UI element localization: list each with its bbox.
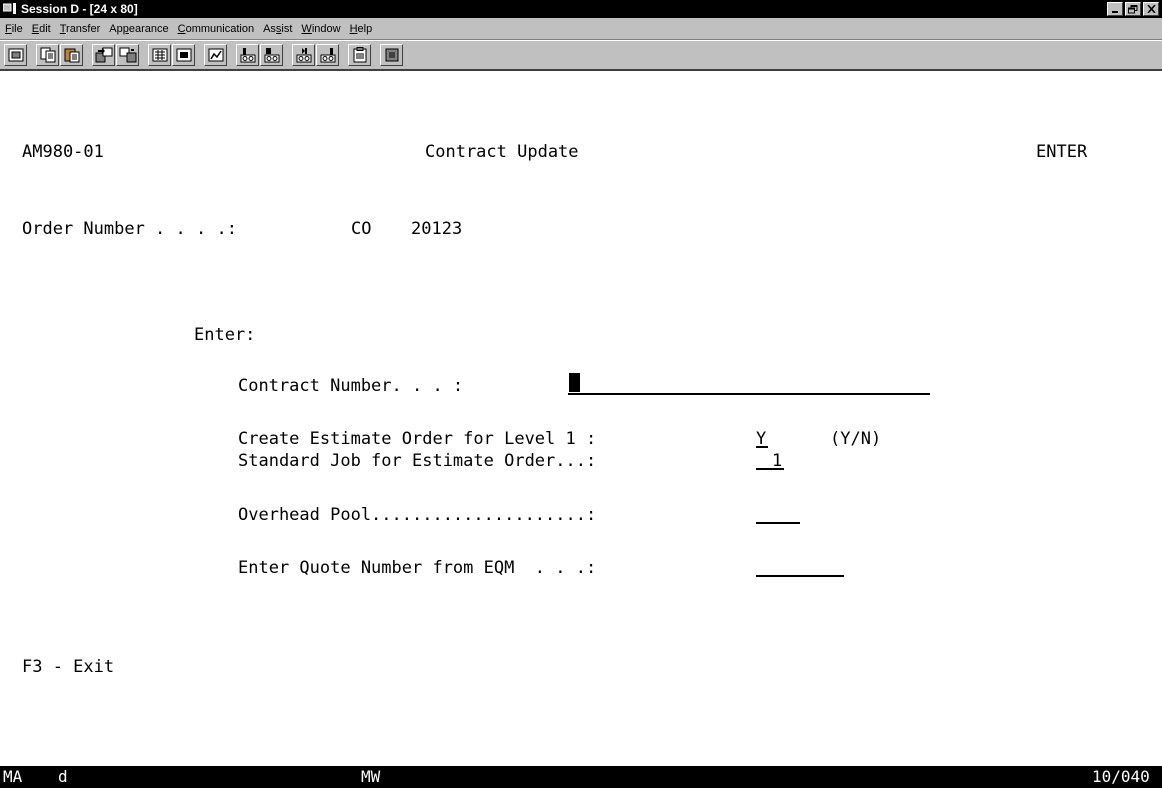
stop-record-icon — [264, 48, 279, 63]
program-id: AM980-01 — [22, 142, 104, 162]
keyboard-map-icon — [152, 48, 167, 62]
title-bar: Session D - [24 x 80] — [0, 0, 1162, 18]
session-icon[interactable] — [3, 2, 19, 16]
order-number-value: 20123 — [411, 219, 463, 239]
receive-file-icon — [119, 47, 136, 63]
overhead-pool-field[interactable] — [756, 502, 800, 525]
restore-icon — [1128, 4, 1138, 13]
text-cursor — [569, 373, 580, 392]
order-type: CO — [351, 219, 372, 239]
screen-mode: ENTER — [1036, 142, 1088, 162]
minimize-icon — [1112, 11, 1118, 13]
terminal-screen[interactable]: AM980-01 Contract Update ENTER Order Num… — [0, 73, 1162, 766]
menu-edit[interactable]: Edit — [27, 23, 55, 35]
standard-job-field[interactable]: 1 — [756, 448, 784, 471]
menu-communication[interactable]: Communication — [173, 23, 258, 35]
cursor-position: 10/040 — [1092, 767, 1150, 786]
contract-number-underline — [568, 393, 930, 395]
mw-indicator: MW — [361, 767, 381, 786]
order-number-label: Order Number . . . .: — [22, 219, 237, 239]
stop-record-button[interactable] — [260, 44, 283, 66]
window-title: Session D - [24 x 80] — [21, 2, 138, 16]
menu-transfer[interactable]: Transfer — [55, 23, 105, 35]
standard-job-label: Standard Job for Estimate Order...: — [238, 451, 597, 471]
overhead-pool-label: Overhead Pool.....................: — [238, 505, 597, 525]
maximize-button[interactable] — [1125, 2, 1141, 16]
macro-icon — [208, 48, 223, 62]
macro-pause-icon — [320, 48, 335, 63]
start-record-icon — [240, 48, 255, 63]
play-macro-icon — [296, 48, 311, 63]
stop-button[interactable] — [380, 44, 403, 66]
screen-title: Contract Update — [425, 142, 579, 162]
f3-exit-key[interactable]: F3 - Exit — [22, 657, 114, 677]
paste-icon — [64, 48, 79, 63]
close-button[interactable] — [1143, 2, 1159, 16]
menu-file[interactable]: File — [0, 23, 27, 35]
yes-no-hint: (Y/N) — [830, 429, 882, 449]
send-file-icon — [95, 47, 112, 63]
menu-assist[interactable]: Assist — [258, 23, 296, 35]
print-screen-icon — [8, 48, 23, 62]
toolbar — [0, 41, 1162, 71]
clipboard-icon — [353, 47, 366, 63]
close-icon — [1146, 5, 1156, 13]
copy-icon — [40, 47, 55, 63]
menu-bar: File Edit Transfer Appearance Communication A… — [0, 18, 1162, 40]
receive-file-button[interactable] — [116, 44, 139, 66]
contract-number-field[interactable] — [568, 373, 930, 396]
session-flag: d — [58, 767, 68, 786]
create-estimate-label: Create Estimate Order for Level 1 : — [238, 429, 597, 449]
contract-number-label: Contract Number. . . : — [238, 376, 464, 396]
quote-number-label: Enter Quote Number from EQM . . .: — [238, 558, 597, 578]
paste-button[interactable] — [60, 44, 83, 66]
copy-button[interactable] — [36, 44, 59, 66]
send-file-button[interactable] — [92, 44, 115, 66]
quote-number-field[interactable] — [756, 555, 844, 578]
display-setup-button[interactable] — [172, 44, 195, 66]
menu-appearance[interactable]: Appearance — [104, 23, 172, 35]
status-indicator: MA — [3, 767, 23, 786]
print-screen-button[interactable] — [4, 44, 27, 66]
enter-heading: Enter: — [194, 325, 256, 345]
minimize-button[interactable] — [1107, 2, 1123, 16]
status-bar: MA d MW 10/040 — [0, 766, 1162, 788]
clipboard-button[interactable] — [348, 44, 371, 66]
play-macro-button[interactable] — [292, 44, 315, 66]
menu-help[interactable]: Help — [345, 23, 377, 35]
menu-window[interactable]: Window — [296, 23, 344, 35]
stop-icon — [385, 48, 398, 62]
macro-button[interactable] — [204, 44, 227, 66]
start-record-button[interactable] — [236, 44, 259, 66]
keyboard-map-button[interactable] — [148, 44, 171, 66]
create-estimate-field[interactable]: Y — [756, 426, 768, 449]
macro-pause-button[interactable] — [316, 44, 339, 66]
display-setup-icon — [176, 48, 191, 62]
